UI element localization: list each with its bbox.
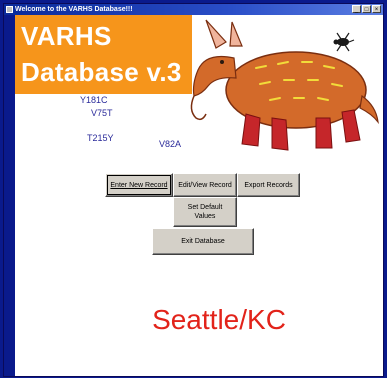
- app-icon[interactable]: [6, 6, 13, 13]
- close-button[interactable]: ×: [372, 5, 381, 13]
- left-border-strip: [4, 15, 15, 376]
- mutation-label: V82A: [159, 139, 182, 149]
- export-records-label: Export Records: [244, 181, 293, 189]
- mutation-label: T215Y: [87, 133, 114, 143]
- window-title: Welcome to the VARHS Database!!!: [15, 6, 133, 13]
- enter-new-record-label: Enter New Record: [110, 181, 168, 189]
- mutation-label: V75T: [91, 108, 113, 118]
- mutation-label: Y181C: [80, 95, 108, 105]
- bug-icon: [333, 32, 355, 52]
- banner-title-line1: VARHS: [21, 21, 112, 51]
- title-bar[interactable]: Welcome to the VARHS Database!!! _ □ ×: [4, 4, 383, 15]
- exit-database-label: Exit Database: [181, 238, 225, 245]
- window-controls: _ □ ×: [352, 5, 381, 13]
- title-banner: VARHS Database v.3: [15, 15, 192, 94]
- banner-title-line2: Database v.3: [21, 57, 182, 87]
- edit-view-record-label: Edit/View Record: [178, 181, 232, 189]
- set-default-values-label-line1: Set Default: [187, 204, 223, 211]
- location-caption: Seattle/KC: [152, 304, 286, 335]
- set-default-values-label-line2: Values: [194, 213, 216, 220]
- minimize-button[interactable]: _: [352, 5, 361, 13]
- maximize-button[interactable]: □: [362, 5, 371, 13]
- exit-database-button[interactable]: Exit Database: [152, 228, 254, 255]
- enter-new-record-button[interactable]: Enter New Record: [105, 173, 173, 197]
- edit-view-record-button[interactable]: Edit/View Record: [173, 173, 237, 197]
- database-window: Welcome to the VARHS Database!!! _ □ × V…: [4, 4, 383, 376]
- set-default-values-button[interactable]: Set Default Values: [173, 197, 237, 227]
- export-records-button[interactable]: Export Records: [237, 173, 300, 197]
